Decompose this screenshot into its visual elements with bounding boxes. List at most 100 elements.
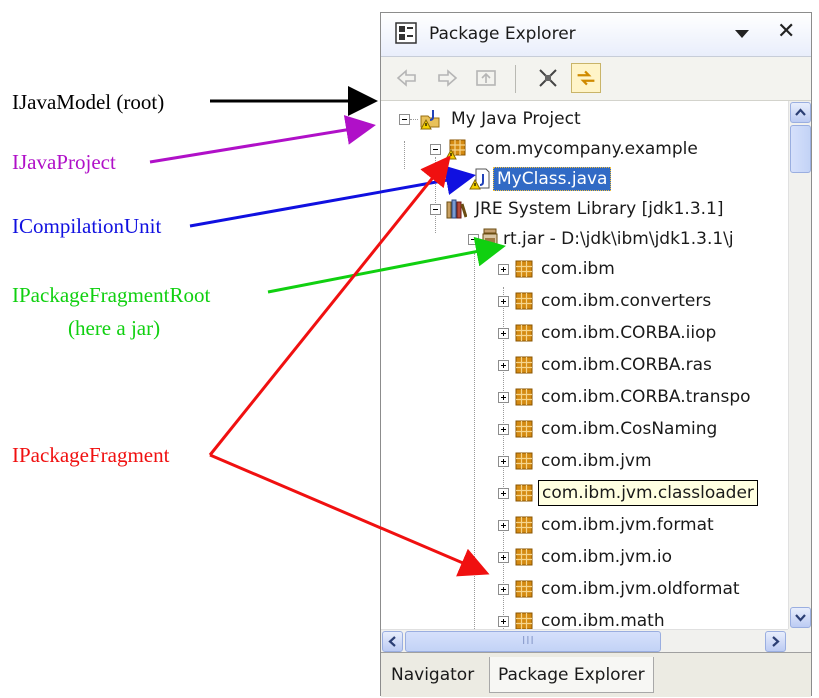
java-project-icon: [420, 110, 440, 130]
scroll-right-button[interactable]: [765, 631, 786, 652]
expand-toggle[interactable]: [498, 424, 509, 435]
annotation-jar-note: (here a jar): [68, 316, 161, 340]
expand-toggle[interactable]: [498, 488, 509, 499]
link-with-editor-icon[interactable]: [571, 63, 601, 93]
hover-tooltip: com.ibm.jvm.classloader: [538, 480, 758, 506]
library-books-icon: [446, 199, 467, 219]
collapse-all-icon[interactable]: [533, 63, 563, 93]
expand-toggle[interactable]: [498, 264, 509, 275]
tree-item-package[interactable]: com.ibm.jvm.oldformat: [381, 573, 788, 605]
tree-item-jar[interactable]: rt.jar - D:\jdk\ibm\jdk1.3.1\j: [381, 223, 788, 255]
tree-item-label: com.ibm.CORBA.iiop: [541, 323, 717, 343]
expand-toggle[interactable]: [498, 520, 509, 531]
tree-item-package[interactable]: com.ibm.math: [381, 605, 788, 629]
vertical-scrollbar[interactable]: [788, 101, 811, 629]
expand-toggle[interactable]: [498, 360, 509, 371]
expand-toggle[interactable]: [498, 552, 509, 563]
tree-item-label: com.ibm.CORBA.ras: [541, 355, 712, 375]
chevron-down-icon: [795, 614, 806, 622]
arrow-ijavaproject: [149, 115, 376, 164]
tree-guide-line: [410, 119, 418, 120]
tree-item-label: com.ibm.CosNaming: [541, 419, 718, 439]
collapse-toggle[interactable]: [468, 234, 479, 245]
tab-package-explorer[interactable]: Package Explorer: [489, 657, 654, 693]
selected-item-label: MyClass.java: [493, 167, 612, 191]
expand-toggle[interactable]: [498, 616, 509, 627]
tree-item-package[interactable]: com.mycompany.example: [381, 133, 788, 165]
package-icon: [515, 356, 533, 374]
tree-item-label: com.ibm.jvm.oldformat: [541, 579, 740, 599]
scroll-down-button[interactable]: [790, 607, 811, 628]
package-warning-icon: [445, 139, 466, 160]
package-tree: My Java Project com.mycompany.example My…: [381, 101, 788, 629]
package-icon: [515, 484, 533, 502]
chevron-left-icon: [388, 636, 396, 647]
annotation-ipackagefragment: IPackageFragment: [12, 443, 170, 467]
tree-item-package[interactable]: com.ibm.jvm: [381, 445, 788, 477]
tree-item-package[interactable]: com.ibm.CosNaming: [381, 413, 788, 445]
annotation-ijavaproject: IJavaProject: [12, 150, 116, 174]
forward-arrow-icon[interactable]: [431, 63, 461, 93]
expand-toggle[interactable]: [498, 584, 509, 595]
tree-item-package[interactable]: com.ibm.CORBA.ras: [381, 349, 788, 381]
up-folder-icon[interactable]: [471, 63, 501, 93]
annotation-ipackagefragmentroot: IPackageFragmentRoot: [12, 283, 211, 307]
expand-toggle[interactable]: [498, 328, 509, 339]
chevron-up-icon: [795, 108, 806, 116]
jar-icon: [482, 228, 498, 249]
expand-toggle[interactable]: [498, 392, 509, 403]
tree-item-package[interactable]: com.ibm: [381, 253, 788, 285]
view-title: Package Explorer: [429, 24, 576, 44]
tree-item-label: JRE System Library [jdk1.3.1]: [475, 199, 724, 219]
collapse-toggle[interactable]: [430, 204, 441, 215]
package-icon: [515, 452, 533, 470]
title-bar: Package Explorer ✕: [381, 13, 811, 57]
toolbar-separator: [515, 65, 516, 93]
tree-item-label: com.ibm.converters: [541, 291, 712, 311]
annotation-icompilationunit: ICompilationUnit: [12, 214, 162, 238]
tree-item-compilation-unit[interactable]: MyClass.java: [381, 163, 788, 195]
collapse-toggle[interactable]: [430, 144, 441, 155]
view-toolbar: [381, 57, 811, 101]
java-file-icon: [469, 168, 490, 190]
back-arrow-icon[interactable]: [393, 63, 423, 93]
horizontal-scroll-thumb[interactable]: III: [405, 631, 661, 652]
annotation-ijavamodel: IJavaModel (root): [12, 90, 165, 114]
scroll-up-button[interactable]: [790, 102, 811, 123]
package-icon: [515, 292, 533, 310]
package-icon: [515, 420, 533, 438]
package-icon: [515, 260, 533, 278]
tree-item-java-project[interactable]: My Java Project: [381, 103, 788, 135]
horizontal-scrollbar[interactable]: III: [381, 629, 788, 652]
tree-item-label: rt.jar - D:\jdk\ibm\jdk1.3.1\j: [503, 229, 734, 249]
scroll-left-button[interactable]: [382, 631, 403, 652]
chevron-right-icon: [772, 636, 780, 647]
tree-item-label: com.mycompany.example: [475, 139, 698, 159]
tree-item-package[interactable]: com.ibm.jvm.io: [381, 541, 788, 573]
view-menu-icon[interactable]: [733, 27, 751, 41]
package-icon: [515, 580, 533, 598]
tree-item-label: com.ibm.math: [541, 611, 665, 629]
tree-item-library[interactable]: JRE System Library [jdk1.3.1]: [381, 193, 788, 225]
expand-toggle[interactable]: [498, 296, 509, 307]
tree-item-label: com.ibm.jvm: [541, 451, 652, 471]
collapse-toggle[interactable]: [399, 114, 410, 125]
package-icon: [515, 388, 533, 406]
tree-item-label: My Java Project: [451, 109, 581, 129]
tree-item-label: com.ibm.jvm.format: [541, 515, 714, 535]
package-icon: [515, 548, 533, 566]
tree-item-package[interactable]: com.ibm.CORBA.iiop: [381, 317, 788, 349]
package-explorer-window: Package Explorer ✕ My Java Project com.m…: [380, 12, 812, 697]
tree-item-label: com.ibm: [541, 259, 615, 279]
tree-item-package[interactable]: com.ibm.converters: [381, 285, 788, 317]
package-explorer-icon: [395, 22, 417, 44]
vertical-scroll-thumb[interactable]: [790, 125, 811, 173]
package-icon: [515, 516, 533, 534]
tree-item-package[interactable]: com.ibm.jvm.classloader: [381, 477, 788, 509]
tree-item-label: com.ibm.jvm.io: [541, 547, 673, 567]
tree-item-package[interactable]: com.ibm.jvm.format: [381, 509, 788, 541]
tab-navigator[interactable]: Navigator: [383, 657, 482, 693]
tree-item-package[interactable]: com.ibm.CORBA.transpo: [381, 381, 788, 413]
expand-toggle[interactable]: [498, 456, 509, 467]
close-icon[interactable]: ✕: [777, 19, 795, 44]
